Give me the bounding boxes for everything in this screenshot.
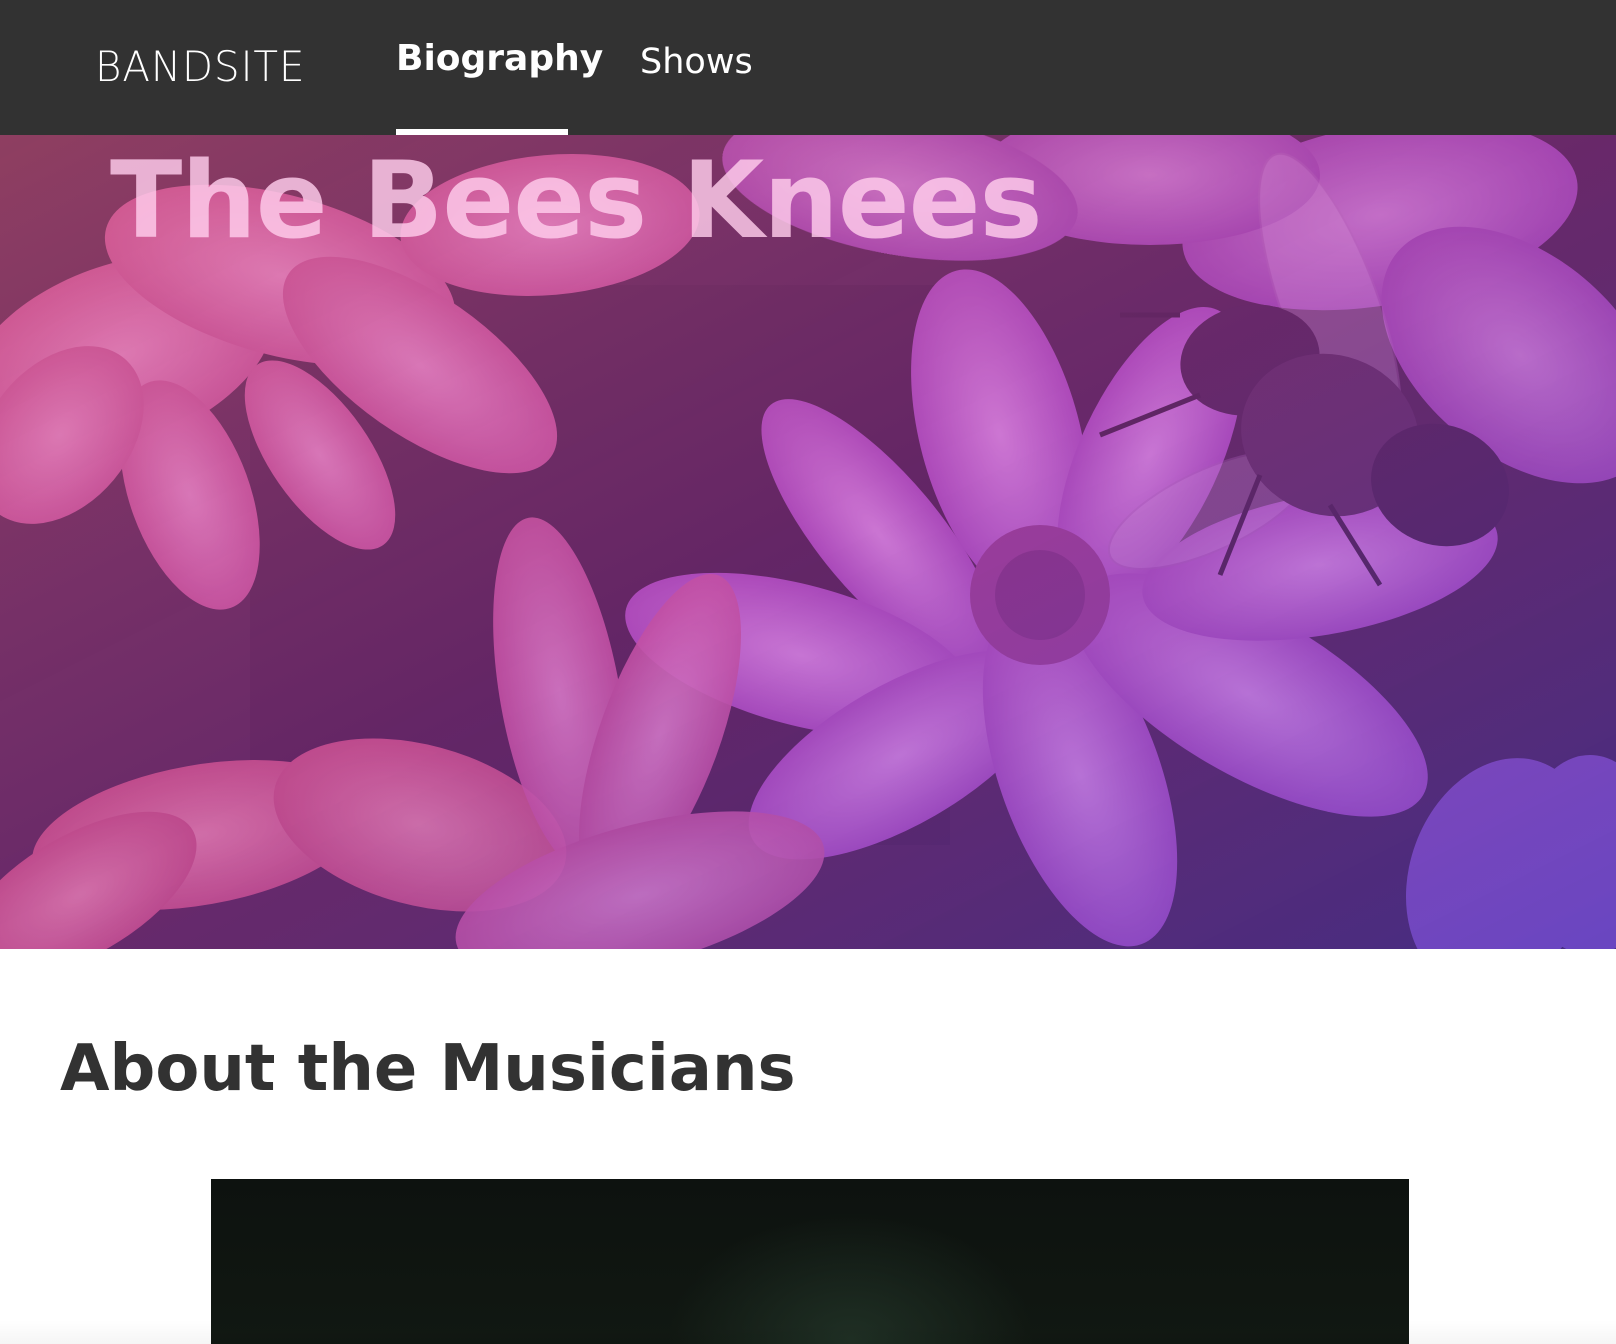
- nav-link-shows[interactable]: Shows: [640, 42, 753, 82]
- active-nav-indicator: [396, 129, 568, 135]
- site-header: BANDSITE Biography Shows: [0, 0, 1616, 135]
- site-logo[interactable]: BANDSITE: [95, 42, 305, 91]
- hero-title: The Bees Knees: [110, 139, 1043, 262]
- page: BANDSITE Biography Shows The Bees Knees …: [0, 0, 1616, 1344]
- page-fade: [0, 1320, 1616, 1344]
- nav-link-biography[interactable]: Biography: [396, 38, 603, 79]
- section-title-about: About the Musicians: [60, 1032, 796, 1106]
- hero-banner: The Bees Knees: [0, 135, 1616, 949]
